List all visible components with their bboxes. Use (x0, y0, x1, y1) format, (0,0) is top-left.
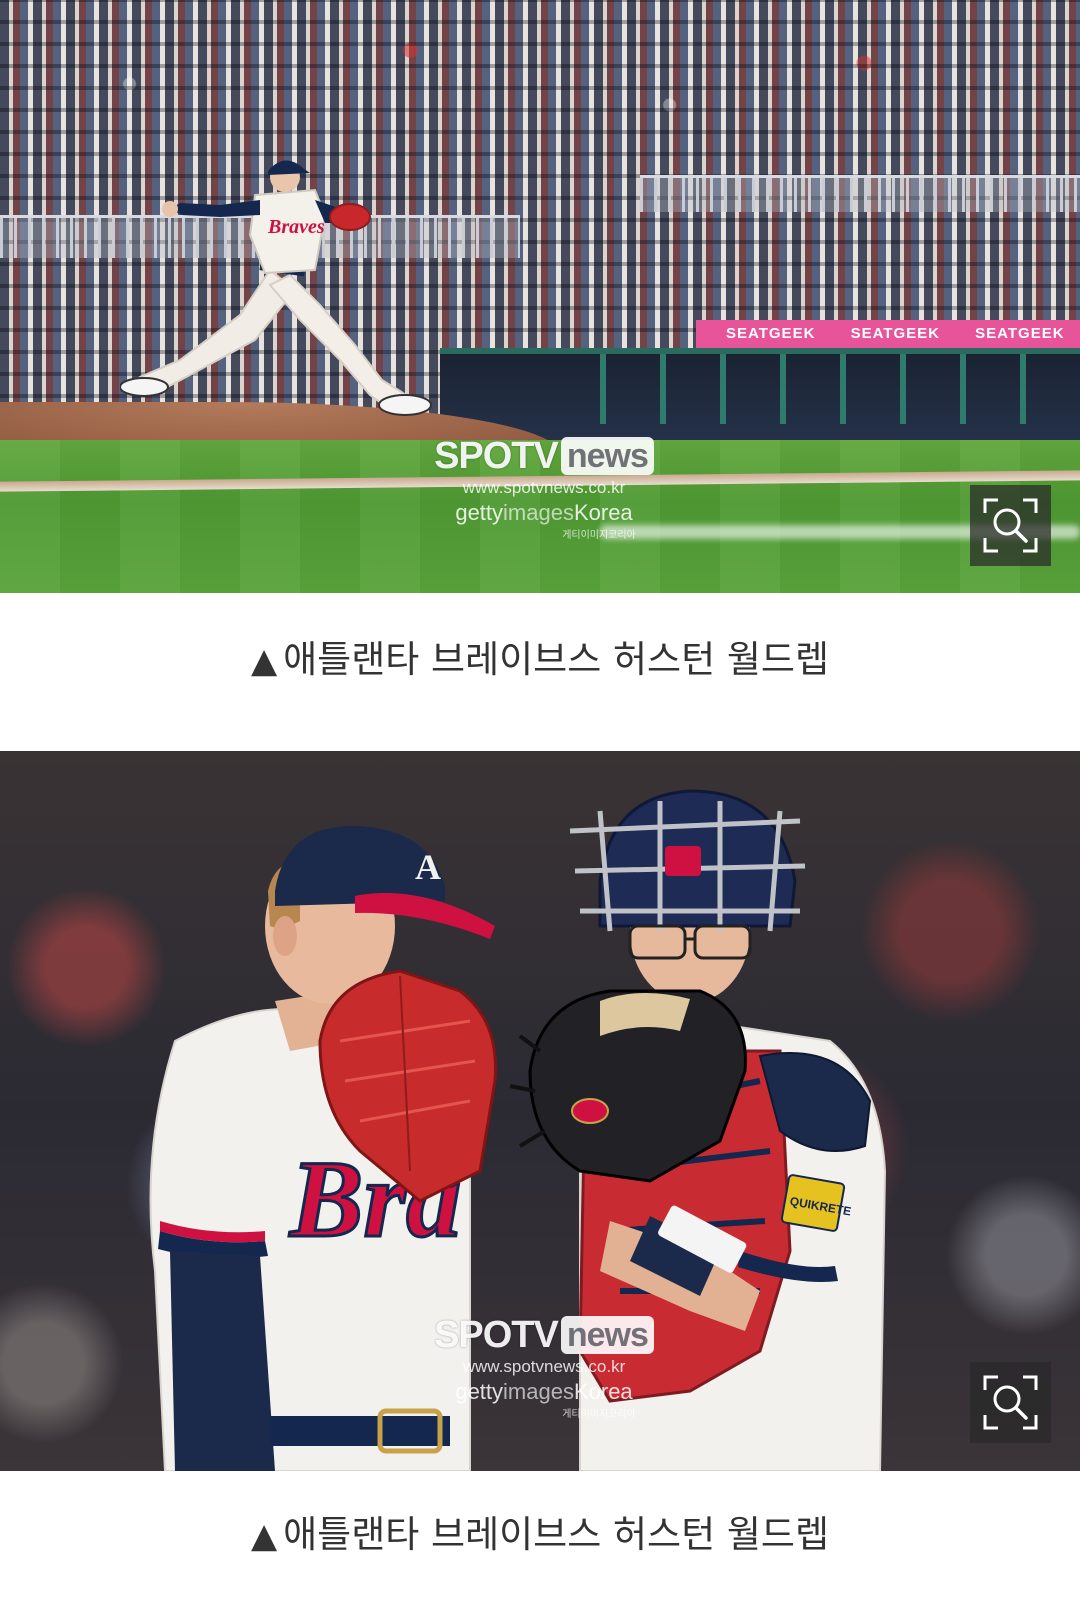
photo-watermark: SPOTV news www.spotvnews.co.kr gettyimage… (424, 1315, 664, 1420)
image-zoom-button[interactable] (970, 485, 1051, 566)
caption-text: 애틀랜타 브레이브스 허스턴 월드렙 (283, 638, 830, 681)
caption-text: 애틀랜타 브레이브스 허스턴 월드렙 (283, 1513, 830, 1556)
image-zoom-button[interactable] (970, 1362, 1051, 1443)
article-photo-2[interactable]: Bra A QUIKRETE SPOTV news www.spotvnews.… (0, 751, 1080, 1471)
photo-caption: ▲ 애틀랜타 브레이브스 허스턴 월드렙 (0, 1510, 1080, 1561)
article-photo-1[interactable]: SEATGEEK SEATGEEK SEATGEEK Braves SPOTV … (0, 0, 1080, 593)
getty-images-logo: gettyimagesKorea (455, 500, 633, 525)
caption-marker: ▲ (250, 1516, 278, 1556)
getty-korean-text: 게티이미지코리아 (562, 1409, 636, 1420)
sponsor-banner-text: SEATGEEK (726, 325, 816, 342)
photo-watermark: SPOTV news www.spotvnews.co.kr gettyimage… (424, 436, 664, 541)
spotv-news-logo: SPOTV news (434, 436, 654, 476)
pitcher-figure: Braves (120, 160, 432, 416)
stadium-railing (640, 175, 1080, 212)
sponsor-banner: SEATGEEK SEATGEEK SEATGEEK (696, 320, 1080, 348)
spotv-news-logo: SPOTV news (434, 1315, 654, 1355)
watermark-url: www.spotvnews.co.kr (462, 478, 626, 497)
dugout (440, 348, 1080, 444)
zoom-search-icon (983, 1375, 1038, 1430)
watermark-url: www.spotvnews.co.kr (462, 1357, 626, 1376)
sponsor-banner-text: SEATGEEK (850, 325, 940, 342)
caption-marker: ▲ (250, 641, 278, 681)
photo-caption: ▲ 애틀랜타 브레이브스 허스턴 월드렙 (0, 635, 1080, 686)
zoom-search-icon (983, 498, 1038, 553)
article-body: SEATGEEK SEATGEEK SEATGEEK Braves SPOTV … (0, 0, 1080, 1623)
getty-korean-text: 게티이미지코리아 (562, 530, 636, 541)
getty-images-logo: gettyimagesKorea (455, 1379, 633, 1404)
sponsor-banner-text: SEATGEEK (975, 325, 1065, 342)
svg-text:A: A (415, 847, 441, 887)
svg-text:Braves: Braves (267, 216, 325, 238)
